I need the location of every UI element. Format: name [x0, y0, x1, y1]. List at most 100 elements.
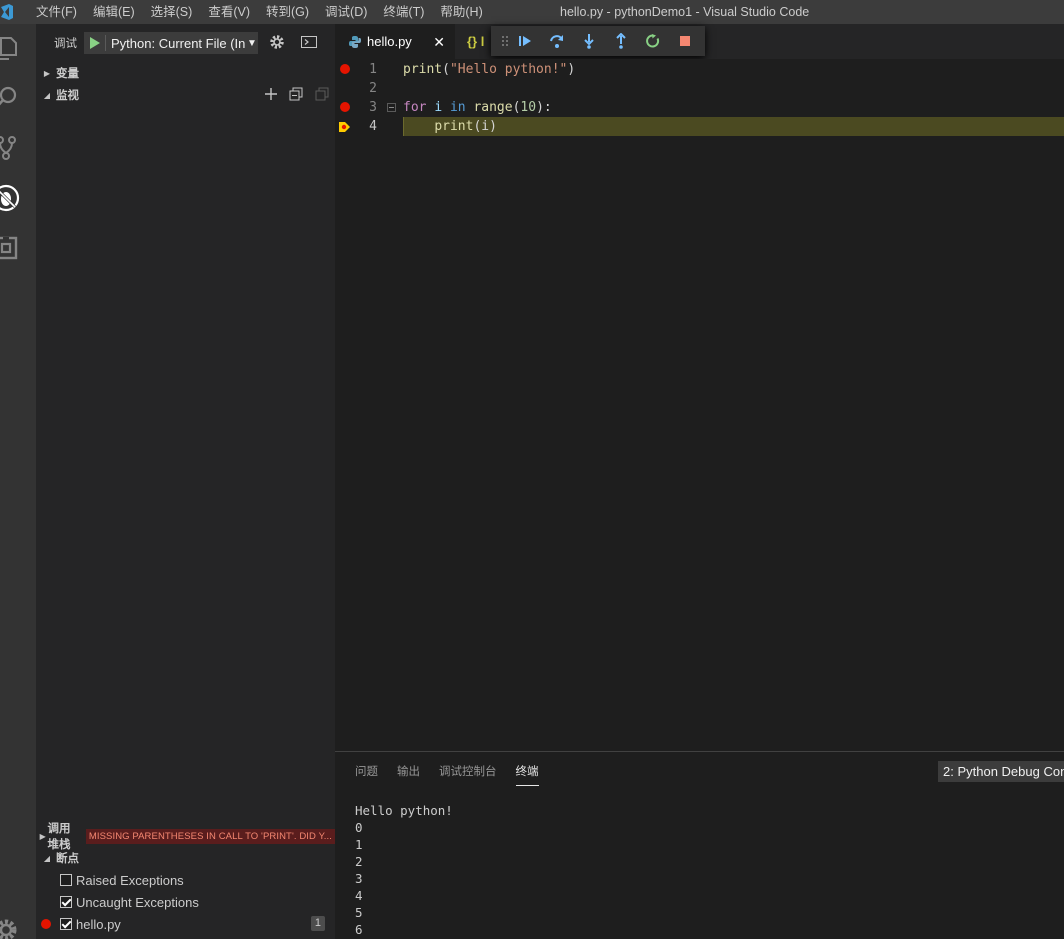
- variables-title: 变量: [56, 68, 79, 80]
- chevron-down-icon: ◢: [43, 853, 51, 863]
- code-editor[interactable]: 1 print("Hello python!") 2 3 for i in ra…: [335, 59, 1064, 751]
- menu-help[interactable]: 帮助(H): [432, 0, 490, 24]
- tab-output[interactable]: 输出: [397, 757, 420, 785]
- breakpoint-label: Raised Exceptions: [76, 872, 184, 888]
- breakpoints-title: 断点: [56, 853, 79, 865]
- continue-button[interactable]: [509, 26, 541, 56]
- settings-gear-icon[interactable]: [0, 912, 24, 939]
- breakpoint-item-uncaught-exceptions[interactable]: Uncaught Exceptions: [36, 891, 335, 913]
- gear-icon[interactable]: [269, 34, 285, 50]
- chevron-down-icon: ◢: [43, 90, 51, 100]
- token-variable: i: [434, 100, 443, 115]
- stop-icon: [680, 36, 690, 46]
- divider: [105, 35, 106, 51]
- token-args: (i): [473, 119, 497, 134]
- collapse-all-icon[interactable]: [289, 87, 303, 101]
- continue-icon: [519, 36, 531, 46]
- launch-config-value: Python: Current File (In: [111, 35, 245, 51]
- start-debugging-icon[interactable]: [90, 37, 100, 49]
- checkbox[interactable]: [60, 874, 72, 886]
- vscode-logo-icon: [1, 4, 13, 20]
- code-line-4-current[interactable]: 4 print(i): [335, 117, 1064, 136]
- step-over-button[interactable]: [541, 26, 573, 56]
- code-line-1[interactable]: 1 print("Hello python!"): [335, 60, 1064, 79]
- terminal-line: 6: [355, 922, 363, 937]
- fold-collapse-icon[interactable]: [387, 103, 396, 112]
- token-keyword: in: [449, 100, 466, 115]
- variables-section-header[interactable]: ▶ 变量: [36, 62, 335, 84]
- breakpoint-item-hello-py[interactable]: hello.py 1: [36, 913, 335, 935]
- menu-view[interactable]: 查看(V): [200, 0, 258, 24]
- explorer-icon[interactable]: [0, 30, 24, 66]
- step-into-icon: [584, 34, 594, 49]
- checkbox[interactable]: [60, 918, 72, 930]
- tab-hello-py[interactable]: hello.py ✕: [335, 24, 455, 59]
- close-icon[interactable]: ✕: [433, 34, 445, 51]
- breakpoint-label: hello.py: [76, 916, 121, 932]
- callstack-error-badge: MISSING PARENTHESES IN CALL TO 'PRINT'. …: [85, 828, 335, 844]
- debug-action-bar: [491, 26, 705, 56]
- remove-all-icon[interactable]: [315, 87, 329, 101]
- extensions-icon[interactable]: [0, 230, 24, 266]
- terminal-line: 4: [355, 888, 363, 903]
- stop-button[interactable]: [669, 26, 701, 56]
- breakpoints-section-header[interactable]: ◢ 断点: [36, 847, 335, 869]
- menu-debug[interactable]: 调试(D): [317, 0, 375, 24]
- chevron-down-icon: ▼: [247, 37, 257, 49]
- debug-console-icon[interactable]: [301, 36, 317, 48]
- menu-go[interactable]: 转到(G): [258, 0, 317, 24]
- restart-button[interactable]: [637, 26, 669, 56]
- terminal-line: 1: [355, 837, 363, 852]
- terminal-output[interactable]: Hello python! 0 1 2 3 4 5 6 7: [355, 802, 453, 939]
- step-into-button[interactable]: [573, 26, 605, 56]
- tab-problems[interactable]: 问题: [355, 757, 378, 785]
- token-punct: (: [442, 62, 450, 77]
- breakpoint-item-raised-exceptions[interactable]: Raised Exceptions: [36, 869, 335, 891]
- terminal-line: 2: [355, 854, 363, 869]
- breakpoint-icon[interactable]: [340, 102, 350, 112]
- menu-selection[interactable]: 选择(S): [143, 0, 201, 24]
- launch-config-select[interactable]: Python: Current File (In ▼: [84, 32, 258, 54]
- current-execution-arrow-icon: [339, 122, 350, 132]
- sidebar-bottom-sections: ▶ 调用堆栈 MISSING PARENTHESES IN CALL TO 'P…: [36, 823, 335, 935]
- breakpoint-label: Uncaught Exceptions: [76, 894, 199, 910]
- code-line-2[interactable]: 2: [335, 79, 1064, 98]
- callstack-section-header[interactable]: ▶ 调用堆栈 MISSING PARENTHESES IN CALL TO 'P…: [36, 823, 335, 851]
- line-number: 3: [369, 100, 377, 115]
- line-number: 2: [369, 81, 377, 96]
- menu-terminal[interactable]: 终端(T): [375, 0, 432, 24]
- tab-terminal[interactable]: 终端: [515, 757, 539, 786]
- step-out-icon: [616, 33, 626, 49]
- tab-debug-console[interactable]: 调试控制台: [439, 757, 497, 785]
- breakpoint-icon[interactable]: [340, 64, 350, 74]
- terminal-select[interactable]: 2: Python Debug Con: [938, 761, 1064, 782]
- menu-bar: 文件(F) 编辑(E) 选择(S) 查看(V) 转到(G) 调试(D) 终端(T…: [28, 0, 491, 24]
- terminal-line: 3: [355, 871, 363, 886]
- tab-json[interactable]: {} l: [455, 24, 495, 59]
- activity-bar: [0, 24, 36, 939]
- chevron-right-icon: ▶: [43, 68, 51, 78]
- add-icon[interactable]: [265, 88, 277, 100]
- code-line-3[interactable]: 3 for i in range(10):: [335, 98, 1064, 117]
- checkbox[interactable]: [60, 896, 72, 908]
- watch-section-header[interactable]: ◢ 监视: [36, 84, 335, 106]
- tab-json-label: {} l: [467, 34, 485, 49]
- title-bar: 文件(F) 编辑(E) 选择(S) 查看(V) 转到(G) 调试(D) 终端(T…: [0, 0, 1064, 24]
- token-keyword: for: [403, 100, 427, 115]
- breakpoint-count-badge: 1: [310, 916, 325, 931]
- menu-file[interactable]: 文件(F): [28, 0, 85, 24]
- breakpoint-dot-icon: [41, 919, 51, 929]
- debug-sidebar: 调试 Python: Current File (In ▼ ▶ 变量 ◢ 监视 …: [36, 24, 335, 939]
- token-number: 10: [520, 100, 537, 115]
- token-punct: ): [567, 62, 576, 77]
- source-control-icon[interactable]: [0, 130, 24, 166]
- menu-edit[interactable]: 编辑(E): [85, 0, 143, 24]
- step-out-button[interactable]: [605, 26, 637, 56]
- debug-icon[interactable]: [0, 180, 24, 216]
- drag-handle-icon[interactable]: [501, 35, 509, 47]
- code-text: for i in range(10):: [403, 98, 552, 117]
- terminal-line: Hello python!: [355, 803, 453, 818]
- search-icon[interactable]: [0, 80, 24, 116]
- code-text: print("Hello python!"): [403, 60, 575, 79]
